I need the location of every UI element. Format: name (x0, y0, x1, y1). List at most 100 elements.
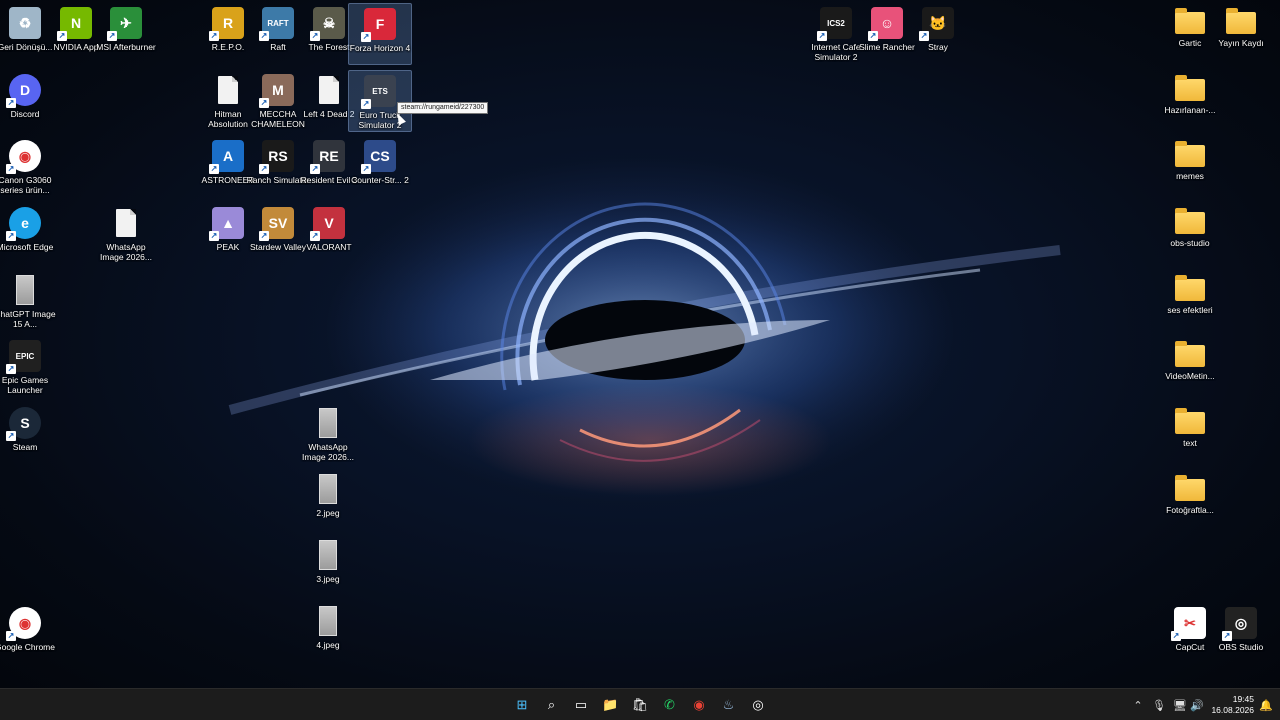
shortcut-arrow-icon: ↗ (310, 31, 320, 41)
image-icon (312, 605, 344, 637)
epic-games-icon: EPIC ↗ (6, 340, 41, 374)
the-forest-icon: ☠ ↗ (310, 7, 345, 41)
desktop-icon-4-jpeg[interactable]: 4.jpeg (296, 601, 360, 663)
shortcut-arrow-icon: ↗ (310, 164, 320, 174)
msi-afterburner-icon: ✈ ↗ (107, 7, 142, 41)
shortcut-arrow-icon: ↗ (209, 164, 219, 174)
desktop-icon-stray[interactable]: 🐱 ↗ Stray (906, 3, 970, 65)
desktop-icon-chatgpt-image-15-a[interactable]: ChatGPT Image 15 A... (0, 270, 57, 332)
taskbar-store-icon[interactable]: 🛍 (630, 695, 650, 715)
microphone-icon[interactable]: 🎙 (1151, 697, 1167, 713)
desktop-icon-label: obs-studio (1170, 238, 1210, 248)
desktop-icon-obs-studio[interactable]: obs-studio (1158, 203, 1222, 265)
desktop-icon-memes[interactable]: memes (1158, 136, 1222, 198)
desktop-icon-label: VideoMetin... (1165, 371, 1215, 381)
desktop-icon-label: Epic Games Launcher (1, 375, 49, 395)
document-icon (212, 74, 244, 106)
stray-icon: 🐱 ↗ (919, 7, 954, 41)
shortcut-arrow-icon: ↗ (361, 164, 371, 174)
desktop-icon-videometin[interactable]: VideoMetin... (1158, 336, 1222, 398)
desktop-icon-2-jpeg[interactable]: 2.jpeg (296, 469, 360, 531)
desktop-icon-label: memes (1176, 171, 1204, 181)
taskbar-start-icon[interactable]: ⊞ (512, 695, 532, 715)
desktop-icon-microsoft-edge[interactable]: e ↗ Microsoft Edge (0, 203, 57, 265)
desktop-icon-foto-raftla[interactable]: Fotoğraftla... (1158, 470, 1222, 532)
recycle-bin-icon: ♻ (9, 7, 41, 39)
steam-icon: S ↗ (6, 407, 41, 441)
shortcut-tooltip: steam://rungameid/227300 (397, 102, 489, 114)
taskbar-chrome-icon[interactable]: ◉ (689, 695, 709, 715)
discord-icon: D ↗ (6, 74, 41, 108)
desktop-icon-label: ses efektleri (1167, 305, 1213, 315)
taskbar-steam-icon[interactable]: ♨ (719, 695, 739, 715)
desktop-icon-discord[interactable]: D ↗ Discord (0, 70, 57, 132)
desktop-icon-whatsapp-image-2026[interactable]: WhatsApp Image 2026... (296, 403, 360, 465)
taskbar-task-view-icon[interactable]: ▭ (571, 695, 591, 715)
desktop-icon-steam[interactable]: S ↗ Steam (0, 403, 57, 465)
folder-icon (1175, 8, 1205, 34)
desktop-icon-3-jpeg[interactable]: 3.jpeg (296, 535, 360, 597)
desktop-icon-whatsapp-image-2026[interactable]: WhatsApp Image 2026... (94, 203, 158, 265)
taskbar-search-icon[interactable]: ⌕ (542, 695, 562, 715)
capcut-icon: ✂ ↗ (1171, 607, 1206, 641)
folder-icon (1175, 408, 1205, 434)
shortcut-arrow-icon: ↗ (209, 31, 219, 41)
shortcut-arrow-icon: ↗ (361, 99, 371, 109)
desktop-icon-google-chrome[interactable]: ◉ ↗ Google Chrome (0, 603, 57, 665)
desktop-icon-label: 3.jpeg (316, 574, 340, 584)
desktop-icon-haz-rlanan[interactable]: Hazırlanan-... (1158, 70, 1222, 132)
shortcut-arrow-icon: ↗ (6, 631, 16, 641)
desktop-icon-label: 4.jpeg (316, 640, 340, 650)
image-icon (9, 274, 41, 306)
desktop-icon-forza-horizon-4[interactable]: F ↗ Forza Horizon 4 (348, 3, 412, 65)
desktop-icon-epic-games-launcher[interactable]: EPIC ↗ Epic Games Launcher (0, 336, 57, 398)
edge-icon: e ↗ (6, 207, 41, 241)
desktop-icon-label: ChatGPT Image 15 A... (0, 309, 56, 329)
shortcut-arrow-icon: ↗ (868, 31, 878, 41)
desktop-icon-canon-g3060-series-r-n[interactable]: ◉ ↗ Canon G3060 series ürün... (0, 136, 57, 198)
show-hidden-icons-icon[interactable]: ⌃ (1130, 697, 1146, 713)
desktop-icon-label: Google Chrome (0, 642, 55, 652)
shortcut-arrow-icon: ↗ (259, 31, 269, 41)
shortcut-arrow-icon: ↗ (6, 98, 16, 108)
desktop-icon-msi-afterburner[interactable]: ✈ ↗ MSI Afterburner (94, 3, 158, 65)
notifications-icon[interactable]: 🔔 (1258, 697, 1274, 713)
desktop-icon-label: Microsoft Edge (0, 242, 54, 252)
black-hole-art (228, 180, 1061, 480)
volume-icon[interactable]: 🔊 (1189, 697, 1205, 713)
nvidia-icon: N ↗ (57, 7, 92, 41)
desktop-icon-yay-n-kayd[interactable]: Yayın Kaydı (1209, 3, 1273, 65)
taskbar-obs-icon[interactable]: ◎ (748, 695, 768, 715)
shortcut-arrow-icon: ↗ (6, 431, 16, 441)
desktop-icon-label: WhatsApp Image 2026... (100, 242, 152, 262)
desktop-icon-valorant[interactable]: V ↗ VALORANT (297, 203, 361, 265)
ics2-icon: ICS2 ↗ (817, 7, 852, 41)
euro-truck-icon: ETS ↗ (361, 75, 396, 109)
folder-icon (1175, 475, 1205, 501)
shortcut-arrow-icon: ↗ (57, 31, 67, 41)
taskbar-file-explorer-icon[interactable]: 📁 (601, 695, 621, 715)
desktop-icon-label: Forza Horizon 4 (349, 43, 411, 53)
taskbar-whatsapp-icon[interactable]: ✆ (660, 695, 680, 715)
network-icon[interactable]: 🖥 (1172, 697, 1188, 713)
desktop-icon-label: Canon G3060 series ürün... (0, 175, 52, 195)
slime-rancher-icon: ☺ ↗ (868, 7, 903, 41)
shortcut-arrow-icon: ↗ (259, 164, 269, 174)
shortcut-arrow-icon: ↗ (259, 231, 269, 241)
desktop-icon-text[interactable]: text (1158, 403, 1222, 465)
shortcut-arrow-icon: ↗ (209, 231, 219, 241)
desktop-icon-label: MSI Afterburner (96, 42, 156, 52)
taskbar: ⊞ ⌕ ▭ 📁 🛍 ✆ ◉ ♨ ◎ ⌃ 🎙 🖥 🔊 19:45 16.08.2026 🔔 (0, 688, 1280, 720)
repo-icon: R ↗ (209, 7, 244, 41)
shortcut-arrow-icon: ↗ (107, 31, 117, 41)
clock[interactable]: 19:45 16.08.2026 (1206, 694, 1254, 716)
desktop-icon-label: Stray (928, 42, 948, 52)
desktop-icon-ses-efektleri[interactable]: ses efektleri (1158, 270, 1222, 332)
valorant-icon: V ↗ (310, 207, 345, 241)
shortcut-arrow-icon: ↗ (259, 98, 269, 108)
desktop-icon-obs-studio[interactable]: ◎ ↗ OBS Studio (1209, 603, 1273, 665)
folder-icon (1175, 75, 1205, 101)
desktop-icon-label: Counter-Str... 2 (351, 175, 409, 185)
clock-date: 16.08.2026 (1211, 705, 1254, 715)
desktop-icon-counter-str-2[interactable]: CS ↗ Counter-Str... 2 (348, 136, 412, 198)
